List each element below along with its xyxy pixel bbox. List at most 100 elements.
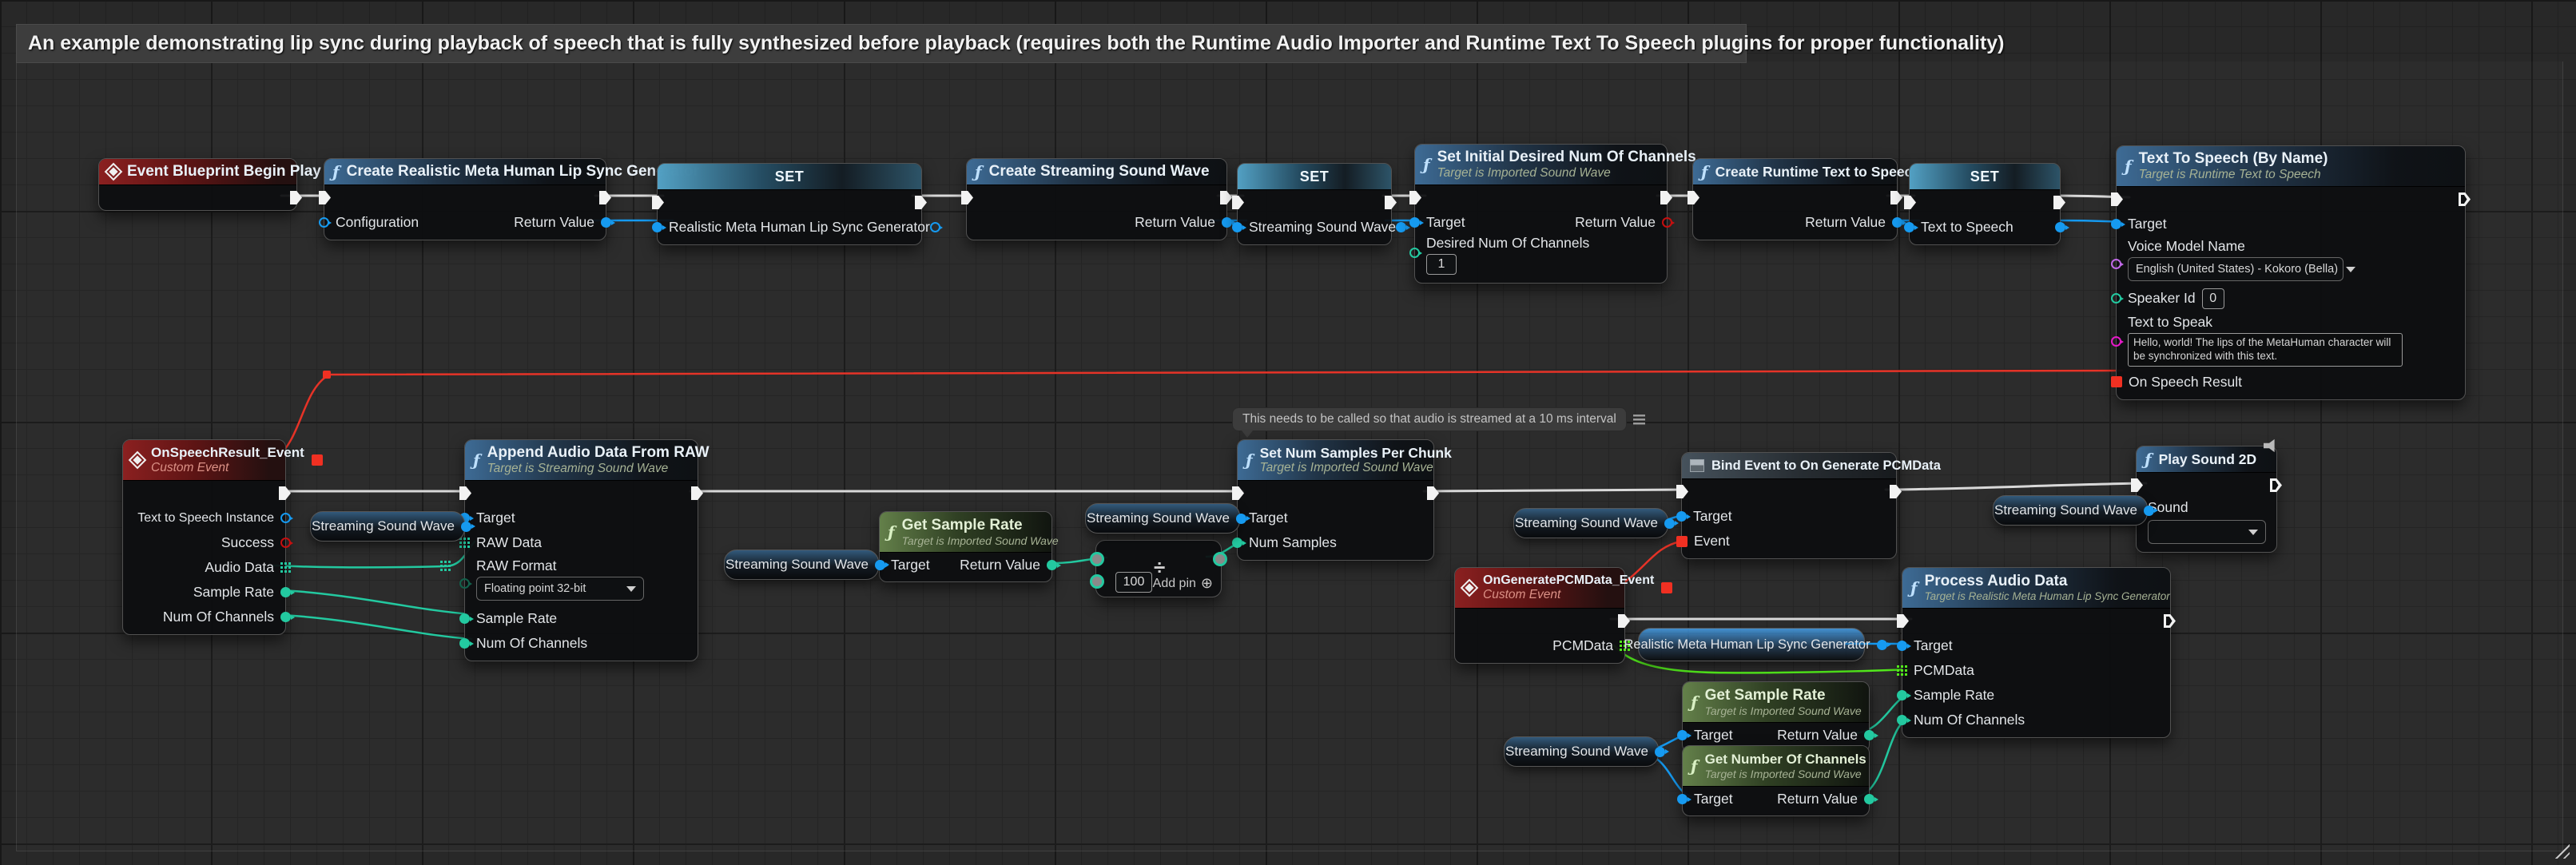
return-value-pin[interactable] [1047, 560, 1057, 570]
node-create-realistic-generator[interactable]: ƒ Create Realistic Meta Human Lip Sync G… [324, 158, 606, 240]
node-get-sample-rate[interactable]: ƒ Get Sample Rate Target is Imported Sou… [879, 511, 1052, 582]
var-streaming-sound-wave[interactable]: Streaming Sound Wave [1504, 736, 1659, 767]
var-streaming-sound-wave[interactable]: Streaming Sound Wave [310, 511, 465, 542]
num-channels-pin[interactable] [1897, 715, 1907, 725]
exec-in-pin[interactable] [2131, 478, 2143, 492]
voice-model-dropdown[interactable]: English (United States) - Kokoro (Bella) [2128, 257, 2343, 281]
desired-num-channels-pin[interactable] [1409, 248, 1420, 258]
num-channels-pin[interactable] [459, 638, 470, 649]
exec-in-pin[interactable] [2111, 192, 2123, 206]
node-comment-bubble[interactable]: This needs to be called so that audio is… [1232, 407, 1645, 431]
num-channels-pin[interactable] [280, 612, 291, 622]
blueprint-graph[interactable]: An example demonstrating lip sync during… [0, 0, 2576, 865]
bubble-pin-icon[interactable] [1633, 415, 1645, 425]
voice-model-name-pin[interactable] [2111, 259, 2121, 269]
target-pin[interactable] [2111, 219, 2121, 229]
variable-in-pin[interactable] [1232, 222, 1242, 232]
variable-out-pin[interactable] [1236, 514, 1246, 524]
sample-rate-pin[interactable] [1897, 690, 1907, 700]
exec-out-pin[interactable] [1427, 486, 1439, 500]
exec-out-pin[interactable] [915, 196, 927, 209]
exec-out-pin[interactable] [1890, 191, 1902, 204]
node-process-audio-data[interactable]: ƒ Process Audio Data Target is Realistic… [1902, 567, 2171, 738]
reroute-node-array[interactable] [440, 561, 451, 571]
node-event-begin-play[interactable]: Event Blueprint Begin Play [98, 158, 297, 211]
delegate-pin[interactable] [1661, 582, 1672, 593]
raw-format-pin[interactable] [459, 578, 470, 589]
node-set-text-to-speech[interactable]: SET Text to Speech [1909, 163, 2061, 245]
node-play-sound-2d[interactable]: ƒ Play Sound 2D Sound [2136, 446, 2277, 553]
exec-in-pin[interactable] [961, 191, 973, 204]
node-create-runtime-text-to-speech[interactable]: ƒ Create Runtime Text to Speech Return V… [1692, 158, 1898, 240]
divide-b-pin[interactable] [1090, 574, 1104, 589]
node-get-sample-rate-2[interactable]: ƒ Get Sample Rate Target is Imported Sou… [1682, 681, 1870, 752]
var-streaming-sound-wave[interactable]: Streaming Sound Wave [1513, 508, 1668, 538]
exec-in-pin[interactable] [652, 196, 664, 209]
variable-in-pin[interactable] [652, 222, 662, 232]
return-value-pin[interactable] [601, 217, 611, 228]
tts-instance-pin[interactable] [280, 513, 291, 523]
exec-out-pin[interactable] [2459, 192, 2471, 206]
text-to-speak-input[interactable]: Hello, world! The lips of the MetaHuman … [2128, 333, 2403, 367]
sound-asset-dropdown[interactable] [2148, 520, 2266, 544]
var-streaming-sound-wave[interactable]: Streaming Sound Wave [1993, 495, 2148, 526]
variable-out-pin[interactable] [1877, 640, 1887, 650]
exec-out-pin[interactable] [691, 486, 703, 500]
node-set-num-samples-per-chunk[interactable]: ƒ Set Num Samples Per Chunk Target is Im… [1237, 439, 1434, 561]
node-set-streaming-sound-wave[interactable]: SET Streaming Sound Wave [1237, 163, 1392, 245]
node-set-realistic-generator[interactable]: SET Realistic Meta Human Lip Sync Genera… [657, 163, 922, 245]
exec-out-pin[interactable] [290, 191, 302, 204]
exec-out-pin[interactable] [1385, 196, 1397, 209]
speaker-id-input[interactable]: 0 [2202, 288, 2224, 309]
variable-out-pin[interactable] [1655, 747, 1665, 757]
text-to-speak-pin[interactable] [2111, 336, 2121, 347]
var-streaming-sound-wave[interactable]: Streaming Sound Wave [724, 550, 879, 580]
node-on-speech-result-event[interactable]: OnSpeechResult_Event Custom Event Text t… [122, 439, 286, 635]
variable-out-pin[interactable] [930, 222, 940, 232]
var-realistic-lip-sync-generator[interactable]: Realistic Meta Human Lip Sync Generator [1638, 628, 1865, 661]
target-pin[interactable] [1409, 217, 1420, 228]
comment-title-bar[interactable]: An example demonstrating lip sync during… [16, 24, 1747, 63]
node-create-streaming-sound-wave[interactable]: ƒ Create Streaming Sound Wave Return Val… [966, 158, 1227, 240]
variable-out-pin[interactable] [2055, 222, 2065, 232]
exec-out-pin[interactable] [599, 191, 611, 204]
exec-in-pin[interactable] [1904, 196, 1916, 209]
target-pin[interactable] [1677, 794, 1688, 804]
node-bind-event-to-on-generate-pcmdata[interactable]: Bind Event to On Generate PCMData Target… [1681, 452, 1897, 559]
node-get-number-of-channels[interactable]: ƒ Get Number Of Channels Target is Impor… [1682, 745, 1870, 816]
pcmdata-pin[interactable] [1897, 665, 1907, 676]
variable-out-pin[interactable] [1664, 518, 1675, 529]
desired-num-channels-input[interactable]: 1 [1426, 254, 1457, 275]
node-set-initial-desired-num-of-channels[interactable]: ƒ Set Initial Desired Num Of Channels Ta… [1414, 144, 1668, 284]
raw-data-pin[interactable] [459, 538, 470, 548]
target-pin[interactable] [1677, 730, 1688, 740]
on-speech-result-pin[interactable] [2111, 376, 2122, 387]
node-divide[interactable]: 100 ÷ Add pin ⊕ [1095, 540, 1222, 597]
exec-in-pin[interactable] [1409, 191, 1421, 204]
exec-in-pin[interactable] [1676, 485, 1688, 498]
return-value-pin[interactable] [1222, 217, 1232, 228]
sample-rate-pin[interactable] [459, 613, 470, 624]
return-value-pin[interactable] [1892, 217, 1902, 228]
raw-format-dropdown[interactable]: Floating point 32-bit [476, 577, 644, 601]
exec-in-pin[interactable] [1897, 614, 1909, 628]
exec-out-pin[interactable] [279, 486, 291, 500]
exec-in-pin[interactable] [1688, 191, 1699, 204]
audio-data-pin[interactable] [280, 562, 291, 573]
divide-b-input[interactable]: 100 [1115, 572, 1152, 593]
divide-result-pin[interactable] [1213, 552, 1227, 566]
variable-in-pin[interactable] [1904, 222, 1914, 232]
exec-out-pin[interactable] [1220, 191, 1232, 204]
configuration-pin[interactable] [319, 217, 329, 228]
exec-out-pin[interactable] [1660, 191, 1672, 204]
exec-in-pin[interactable] [1232, 486, 1244, 500]
num-samples-pin[interactable] [1232, 538, 1242, 548]
exec-out-pin[interactable] [2270, 478, 2282, 492]
exec-out-pin[interactable] [2053, 196, 2065, 209]
return-value-pin[interactable] [1864, 730, 1874, 740]
event-pin[interactable] [1676, 536, 1688, 547]
variable-out-pin[interactable] [1396, 222, 1406, 232]
delegate-pin[interactable] [312, 454, 323, 466]
node-text-to-speech-by-name[interactable]: ƒ Text To Speech (By Name) Target is Run… [2116, 145, 2466, 400]
node-on-generate-pcmdata-event[interactable]: OnGeneratePCMData_Event Custom Event PCM… [1454, 567, 1625, 664]
